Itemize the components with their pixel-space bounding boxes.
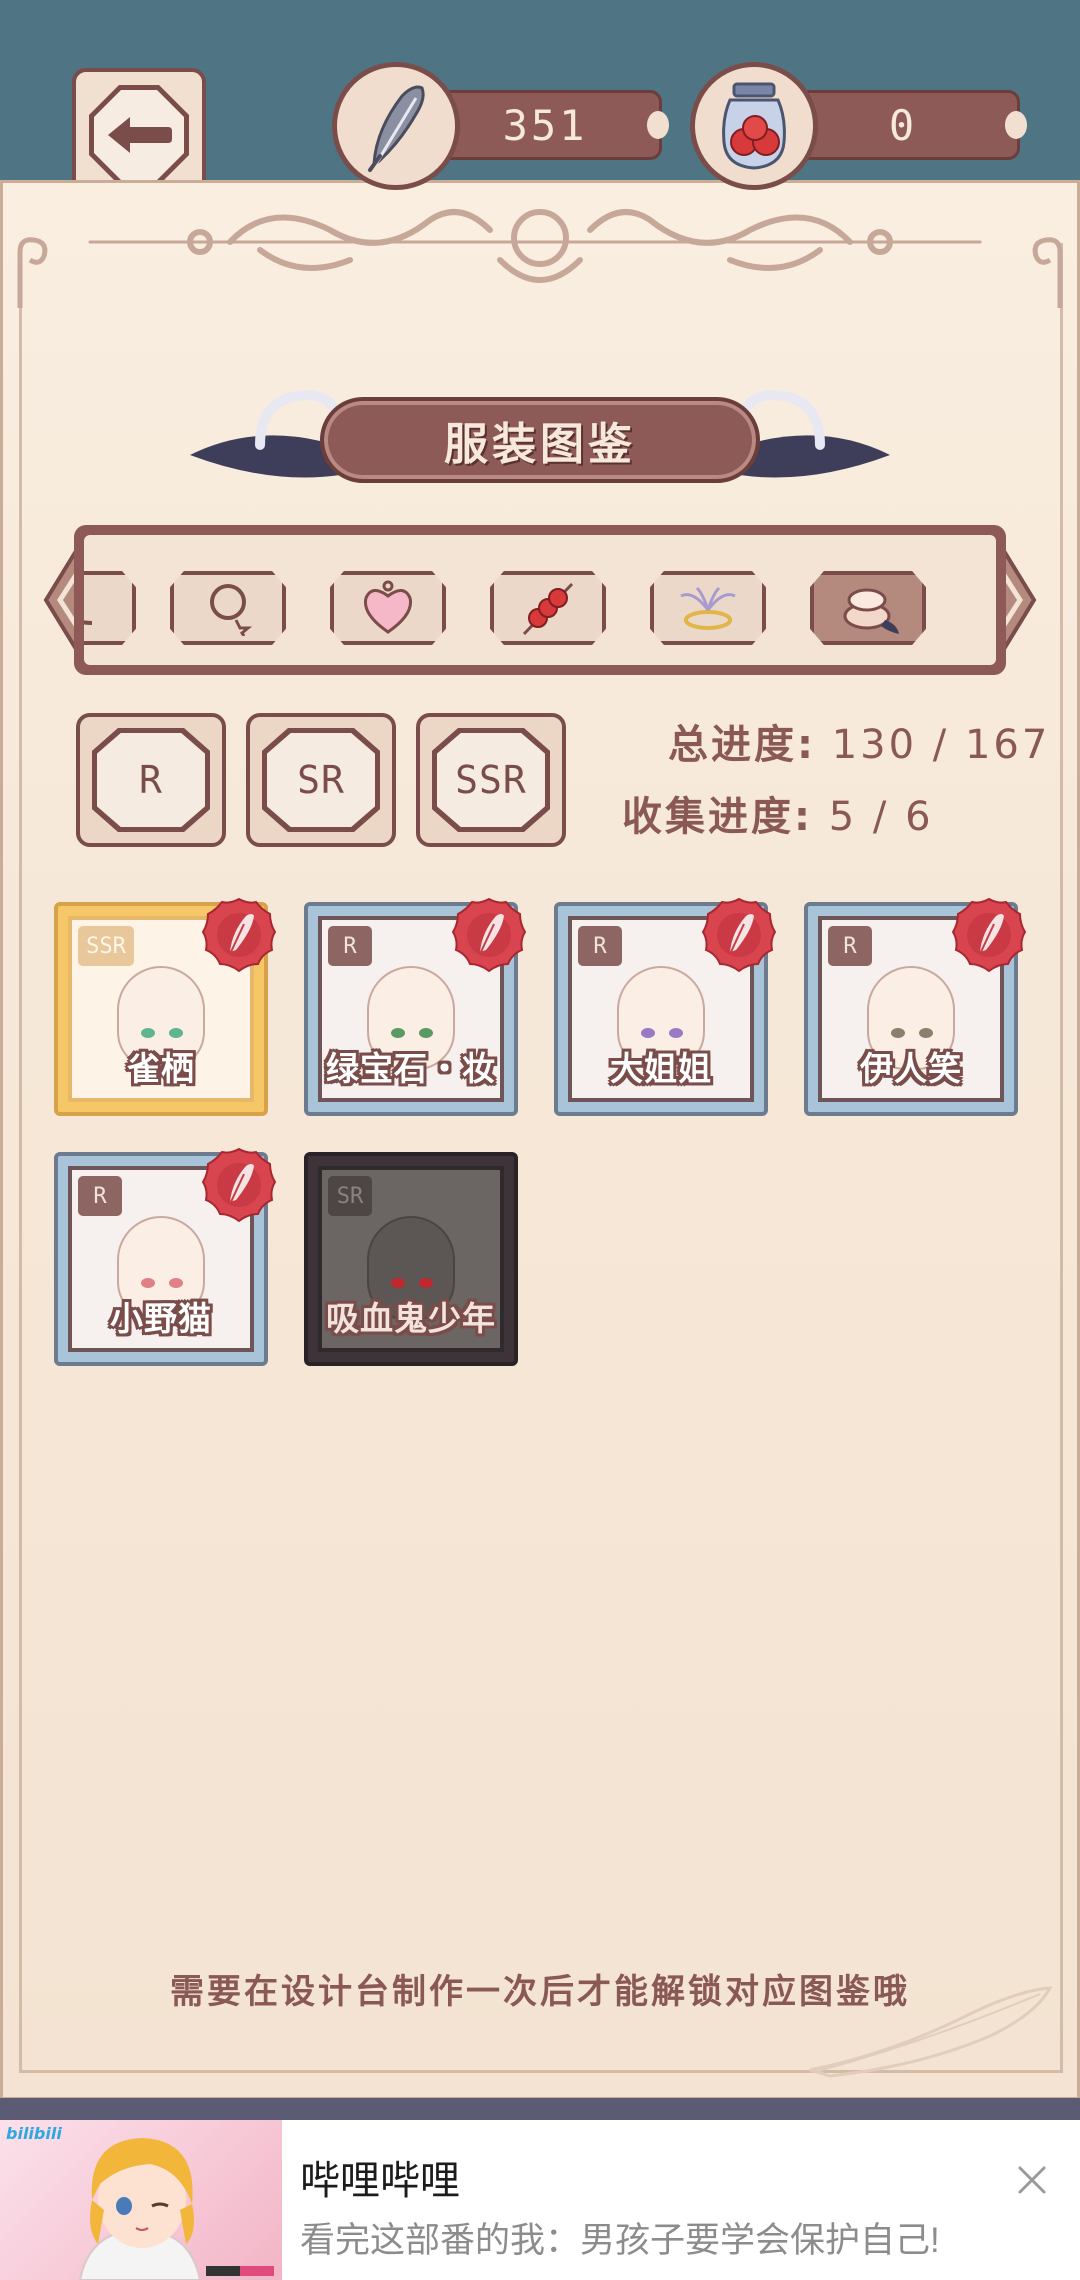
corner-ornament-right (1032, 237, 1063, 308)
eye-right (169, 1278, 183, 1288)
category-tab-candied-haws[interactable] (490, 571, 606, 645)
outfit-name: 伊人笑 (860, 1049, 962, 1088)
filter-sr-button[interactable]: SR (246, 713, 396, 847)
wax-seal-feather-icon (201, 897, 277, 973)
page-title: 服装图鉴 (444, 419, 636, 470)
wax-seal-feather-icon (701, 897, 777, 973)
filter-r-button[interactable]: R (76, 713, 226, 847)
category-tab-heart-locket[interactable] (330, 571, 446, 645)
collect-progress-value: 5 / 6 (828, 794, 934, 840)
category-strip (74, 525, 1006, 675)
ad-title: 哔哩哔哩 (300, 2159, 460, 2203)
filter-ssr-button[interactable]: SSR (416, 713, 566, 847)
eye-left (891, 1028, 905, 1038)
category-scroll-right-icon[interactable] (1000, 545, 1040, 655)
corner-ornament-left (17, 237, 48, 308)
jar-icon (690, 62, 818, 190)
close-icon[interactable] (1010, 2158, 1054, 2202)
filter-sr-label: SR (267, 733, 375, 827)
category-tab-necklace[interactable] (84, 571, 136, 645)
ring-pendant-icon (210, 584, 253, 636)
ad-banner[interactable]: bilibili 哔哩哔哩 看完这部番的我：男孩子要学会保护自己! (0, 2120, 1080, 2280)
candied-haws-icon (522, 582, 574, 636)
feather-icon (332, 62, 460, 190)
rarity-badge: R (78, 1176, 122, 1216)
title-banner: 服装图鉴 (190, 385, 890, 495)
category-tab-halo-ribbon[interactable] (650, 571, 766, 645)
quill-decoration-icon (809, 1986, 1053, 2078)
total-progress-value: 130 / 167 (831, 722, 1051, 768)
rarity-badge: R (328, 926, 372, 966)
outfit-card[interactable]: SR 吸血鬼少年 (304, 1152, 518, 1366)
panel-bottom-edge (0, 2098, 1080, 2120)
arrow-left-icon (108, 117, 172, 153)
eye-right (919, 1028, 933, 1038)
eye-right (669, 1028, 683, 1038)
total-progress: 总进度: 130 / 167 (668, 712, 1050, 770)
feather-count: 351 (428, 90, 669, 160)
jar-count: 0 (786, 90, 1027, 160)
collect-progress: 收集进度: 5 / 6 (622, 784, 934, 842)
category-tab-ring-pendant[interactable] (170, 571, 286, 645)
collect-progress-label: 收集进度: (622, 794, 813, 840)
rarity-badge: SR (328, 1176, 372, 1216)
outfit-name: 绿宝石・妆 (326, 1049, 496, 1088)
feather-currency: 351 (332, 62, 669, 194)
eye-left (141, 1028, 155, 1038)
rarity-badge: R (578, 926, 622, 966)
eye-right (169, 1028, 183, 1038)
eye-left (641, 1028, 655, 1038)
rarity-badge: SSR (78, 926, 134, 966)
outfit-name: 小野猫 (110, 1299, 212, 1338)
back-button-frame (89, 85, 189, 185)
eye-right (419, 1028, 433, 1038)
jar-currency: 0 (690, 62, 1027, 194)
total-progress-label: 总进度: (668, 722, 816, 768)
outfit-card-portrait: SR 吸血鬼少年 (318, 1166, 504, 1352)
ad-subtitle: 看完这部番的我：男孩子要学会保护自己! (300, 2221, 940, 2260)
page-title-plate: 服装图鉴 (320, 397, 760, 483)
category-tab-compact-mirror[interactable] (810, 571, 926, 645)
eye-left (391, 1278, 405, 1288)
compact-mirror-icon (843, 588, 899, 634)
ad-thumbnail[interactable]: bilibili (0, 2120, 282, 2280)
anime-character-image (78, 2138, 274, 2280)
eye-left (141, 1278, 155, 1288)
wax-seal-feather-icon (201, 1147, 277, 1223)
necklace-icon (84, 588, 93, 625)
outfit-name: 吸血鬼少年 (326, 1299, 496, 1338)
heart-locket-icon (363, 580, 413, 634)
wax-seal-feather-icon (951, 897, 1027, 973)
rarity-badge: R (828, 926, 872, 966)
halo-ribbon-icon (680, 586, 736, 630)
eye-left (391, 1028, 405, 1038)
filter-r-label: R (97, 733, 205, 827)
header-ornament (88, 209, 982, 283)
filter-ssr-label: SSR (437, 733, 545, 827)
wax-seal-feather-icon (451, 897, 527, 973)
outfit-name: 大姐姐 (610, 1049, 712, 1088)
eye-right (419, 1278, 433, 1288)
outfit-name: 雀栖 (127, 1049, 195, 1088)
